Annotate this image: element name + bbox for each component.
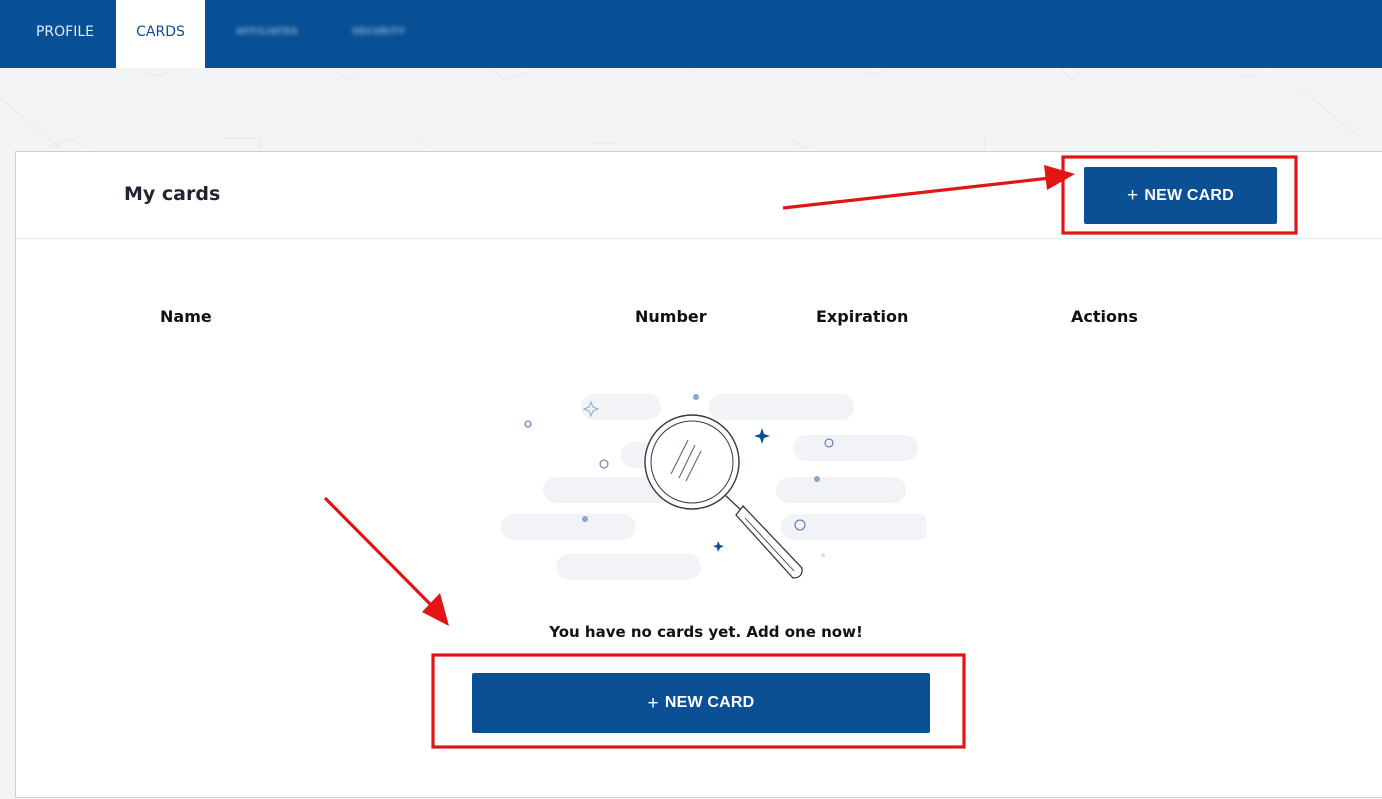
page-title: My cards: [124, 183, 221, 205]
top-navigation-bar: PROFILE CARDS AFFILIATES SECURITY: [0, 0, 1382, 68]
column-header-expiration: Expiration: [816, 307, 909, 326]
column-header-name: Name: [160, 307, 212, 326]
tab-profile[interactable]: PROFILE: [17, 0, 113, 68]
new-card-button-label: NEW CARD: [1144, 186, 1234, 204]
plus-icon: +: [1127, 185, 1139, 206]
tab-cards[interactable]: CARDS: [116, 0, 205, 68]
magnifying-glass-icon: [501, 394, 926, 580]
new-card-button-empty-state[interactable]: + NEW CARD: [472, 673, 930, 733]
tab-security[interactable]: SECURITY: [334, 0, 424, 68]
tab-affiliates[interactable]: AFFILIATES: [222, 0, 312, 68]
column-header-actions: Actions: [1071, 307, 1138, 326]
plus-icon: +: [647, 692, 659, 714]
column-header-number: Number: [635, 307, 707, 326]
empty-state-message: You have no cards yet. Add one now!: [549, 623, 863, 641]
new-card-button-header[interactable]: + NEW CARD: [1084, 167, 1277, 224]
cards-panel: My cards + NEW CARD Name Number Expirati…: [15, 151, 1382, 798]
new-card-button-label: NEW CARD: [664, 694, 755, 711]
cards-panel-header: My cards + NEW CARD: [16, 152, 1382, 239]
